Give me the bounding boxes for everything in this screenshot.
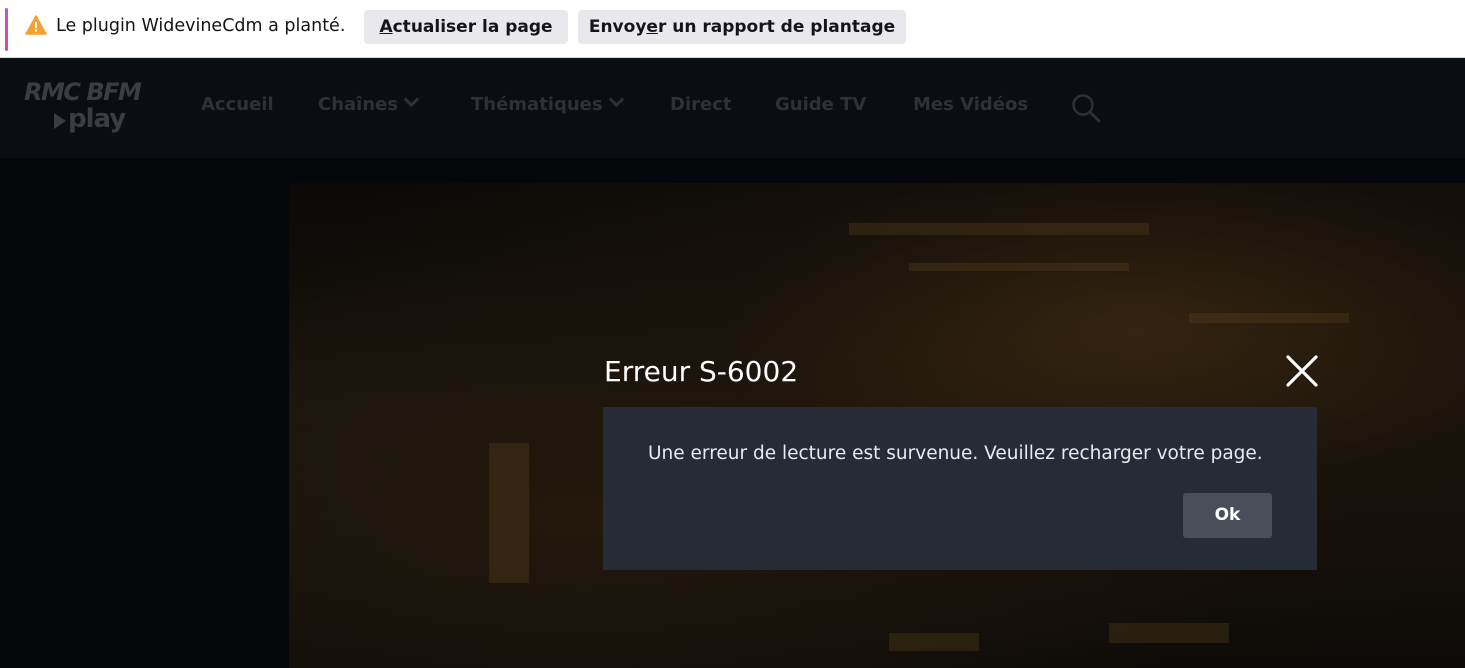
rmc-bfm-play-logo[interactable]: RMC BFM play	[24, 78, 164, 138]
report-label-before: Envoy	[588, 17, 647, 37]
notification-accent	[5, 8, 8, 51]
report-accel-key: e	[646, 17, 658, 37]
close-icon[interactable]	[1284, 353, 1320, 389]
nav-thematiques-label: Thématiques	[471, 94, 603, 115]
nav-guide-tv-label: Guide TV	[775, 94, 867, 115]
reload-accel-key: A	[379, 17, 393, 37]
send-crash-report-button[interactable]: Envoyer un rapport de plantage	[578, 10, 906, 44]
backdrop-detail	[1109, 623, 1229, 643]
error-dialog: Une erreur de lecture est survenue. Veui…	[603, 407, 1317, 570]
report-label-after: r un rapport de plantage	[657, 17, 896, 37]
nav-chaines[interactable]: Chaînes	[318, 91, 420, 115]
backdrop-detail	[909, 263, 1129, 271]
warning-triangle-icon	[25, 15, 47, 35]
reload-label: ctualiser la page	[392, 17, 553, 37]
chevron-down-icon	[608, 91, 624, 108]
search-icon[interactable]	[1071, 93, 1101, 123]
nav-accueil-label: Accueil	[201, 94, 274, 115]
left-panel	[0, 158, 289, 668]
backdrop-detail	[849, 223, 1149, 235]
chevron-down-icon	[403, 91, 420, 108]
nav-accueil[interactable]: Accueil	[201, 94, 274, 115]
backdrop-detail	[889, 633, 979, 651]
nav-guide-tv[interactable]: Guide TV	[775, 94, 866, 115]
nav-mes-videos-label: Mes Vidéos	[913, 94, 1029, 115]
crash-message: Le plugin WidevineCdm a planté.	[56, 16, 346, 36]
site-header: RMC BFM play Accueil Chaînes Thématiques…	[0, 58, 1465, 158]
ok-button[interactable]: Ok	[1183, 493, 1272, 538]
logo-line2: play	[68, 104, 126, 134]
logo-line1: RMC BFM	[24, 78, 142, 106]
backdrop-detail	[1189, 313, 1349, 323]
backdrop-detail	[489, 443, 529, 583]
nav-direct-label: Direct	[670, 94, 732, 115]
nav-mes-videos[interactable]: Mes Vidéos	[913, 94, 1028, 115]
error-dialog-title: Erreur S-6002	[604, 355, 799, 388]
reload-page-button[interactable]: Actualiser la page	[364, 10, 568, 44]
error-message: Une erreur de lecture est survenue. Veui…	[648, 443, 1263, 464]
nav-chaines-label: Chaînes	[318, 94, 399, 115]
plugin-crash-notification: Le plugin WidevineCdm a planté. Actualis…	[0, 0, 1465, 58]
play-triangle-icon	[54, 113, 66, 129]
nav-thematiques[interactable]: Thématiques	[471, 91, 624, 115]
nav-direct[interactable]: Direct	[670, 94, 731, 115]
